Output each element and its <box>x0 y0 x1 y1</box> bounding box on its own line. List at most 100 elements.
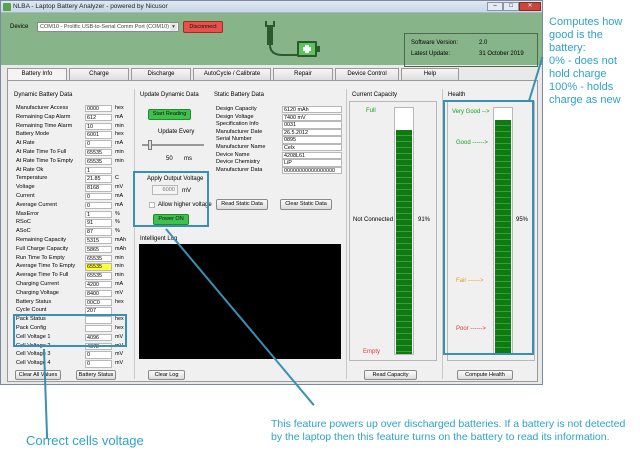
capacity-empty-label: Empty <box>363 349 381 355</box>
static-row-label: Device Chemistry <box>216 159 260 166</box>
dynamic-row-value: 8168 <box>85 184 112 192</box>
static-row-label: Manufacturer Date <box>216 128 263 135</box>
dynamic-row: RSoC 91% <box>16 219 128 227</box>
static-row-value: 00000000000000000 <box>282 166 342 175</box>
static-row: Design Voltage 7400 mV <box>216 113 344 122</box>
clear-all-values-button[interactable]: Clear All Values <box>15 370 61 380</box>
tab-repair[interactable]: Repair <box>273 68 333 80</box>
health-highlight <box>443 100 534 355</box>
dynamic-row-label: At Rate Ok <box>16 166 44 173</box>
battery-status-button[interactable]: Battery Status <box>76 370 116 380</box>
dynamic-row-value: 5865 <box>85 245 112 254</box>
dynamic-row-unit: min <box>115 263 124 270</box>
dynamic-row-label: Current <box>16 193 35 199</box>
static-row: Device Name 4208L61 <box>216 151 344 160</box>
static-row: Serial Number 0895 <box>216 136 344 144</box>
intelligent-log-area[interactable] <box>139 244 341 359</box>
dynamic-row-unit: mA <box>115 281 124 287</box>
static-row-label: Device Name <box>216 151 250 158</box>
dynamic-row: Voltage 8168 mV <box>16 184 128 192</box>
dynamic-row-label: Average Current <box>16 201 57 208</box>
dynamic-row-unit: min <box>115 122 124 129</box>
divider <box>346 89 347 379</box>
static-row: Manufacturer Name Celx <box>216 144 344 152</box>
dynamic-row-label: Manufacturer Access <box>16 105 69 111</box>
dynamic-row-label: Cell Voltage 3 <box>16 351 51 358</box>
battery-plug-icon <box>265 21 320 57</box>
slider-thumb[interactable] <box>147 140 152 150</box>
update-interval-slider[interactable] <box>142 140 204 150</box>
read-capacity-button[interactable]: Read Capacity <box>364 370 417 380</box>
dynamic-row-unit: mA <box>115 140 124 147</box>
dynamic-row-unit: % <box>115 210 120 217</box>
tab-help[interactable]: Help <box>401 68 459 80</box>
tab-autocycle[interactable]: AutoCycle / Calibrate <box>193 68 271 80</box>
tab-discharge[interactable]: Discharge <box>131 68 191 80</box>
device-select[interactable]: COM10 - Prolific USB-to-Serial Comm Port… <box>37 22 179 32</box>
dynamic-row-value: 0 <box>85 201 112 210</box>
dynamic-row-value: 00C0 <box>85 298 112 306</box>
dynamic-row: Average Current 0 mA <box>16 201 128 210</box>
disconnect-button[interactable]: Disconnect <box>183 21 223 33</box>
dynamic-row: Battery Status 00C0 hex <box>16 298 128 307</box>
tab-device-control[interactable]: Device Control <box>335 68 399 80</box>
latest-update-value: 31 October 2019 <box>479 51 524 57</box>
dynamic-row: At Rate Ok 1 <box>16 166 128 175</box>
divider <box>134 89 135 379</box>
dynamic-row-label: Average Time To Full <box>16 272 69 279</box>
close-button[interactable]: ✕ <box>519 2 541 11</box>
static-row-value: 0031 <box>282 121 342 129</box>
dynamic-row: Charging Current 4200 mA <box>16 281 128 289</box>
app-icon <box>3 3 11 11</box>
clear-static-data-button[interactable]: Clear Static Data <box>280 199 332 210</box>
dynamic-row-unit: C <box>115 175 119 182</box>
dynamic-row: Battery Mode 6001 hex <box>16 131 128 139</box>
static-row-label: Design Capacity <box>216 106 257 112</box>
dynamic-row-unit: % <box>115 219 120 226</box>
update-every-unit: ms <box>184 156 192 162</box>
dynamic-row: Full Charge Capacity 5865 mAh <box>16 245 128 254</box>
minimize-button[interactable]: – <box>487 2 503 11</box>
dynamic-row: Temperature 21.85 C <box>16 175 128 183</box>
dynamic-row-label: Temperature <box>16 175 48 182</box>
dynamic-row-label: Battery Status <box>16 298 52 305</box>
tab-charge[interactable]: Charge <box>69 68 129 80</box>
version-info-box: Software Version: 2.0 Latest Update: 31 … <box>404 33 538 67</box>
current-capacity-title: Current Capacity <box>352 92 398 98</box>
read-static-data-button[interactable]: Read Static Data <box>216 199 268 210</box>
health-title: Health <box>448 92 466 98</box>
dynamic-row-label: Remaining Capacity <box>16 237 67 243</box>
dynamic-row-value: 5315 <box>85 237 112 245</box>
static-row-label: Specification Info <box>216 121 259 128</box>
cells-note: Correct cells voltage <box>26 433 144 448</box>
chevron-down-icon: ▾ <box>170 23 177 31</box>
dynamic-row-unit: mAh <box>115 245 127 252</box>
title-bar: NLBA - Laptop Battery Analyzer - powered… <box>1 1 542 13</box>
dynamic-row: Remaining Capacity 5315 mAh <box>16 237 128 245</box>
dynamic-row-value: 1 <box>85 166 112 174</box>
maximize-button[interactable]: □ <box>503 2 519 11</box>
static-row: Manufacturer Date 26.5.2012 <box>216 128 344 137</box>
header-bar: Device COM10 - Prolific USB-to-Serial Co… <box>1 13 542 67</box>
dynamic-row-value: 4200 <box>85 281 112 289</box>
static-row-label: Manufacturer Name <box>216 144 266 150</box>
start-reading-button[interactable]: Start Reading <box>148 109 191 120</box>
dynamic-row-unit: mA <box>115 193 124 199</box>
dynamic-row-value: 10 <box>85 122 112 130</box>
dynamic-row-label: Charging Current <box>16 281 59 287</box>
dynamic-row-unit: % <box>115 228 120 235</box>
static-row: Design Capacity 6120 mAh <box>216 106 344 114</box>
dynamic-row: At Rate 0 mA <box>16 140 128 148</box>
dynamic-row-unit: min <box>115 272 124 279</box>
dynamic-row-unit: mV <box>115 351 124 358</box>
dynamic-row: Remaining Time Alarm 10 min <box>16 122 128 131</box>
clear-log-button[interactable]: Clear Log <box>148 370 185 380</box>
static-row-value: Celx <box>282 144 342 152</box>
dynamic-row-value: 0000 <box>85 105 112 113</box>
compute-health-button[interactable]: Compute Health <box>457 370 513 380</box>
dynamic-row-label: Run Time To Empty <box>16 254 65 261</box>
dynamic-row-value: 65535 <box>85 157 112 166</box>
static-row: Manufacturer Data 00000000000000000 <box>216 166 344 175</box>
dynamic-row-value: 0 <box>85 351 112 359</box>
device-select-value: COM10 - Prolific USB-to-Serial Comm Port… <box>40 24 169 30</box>
